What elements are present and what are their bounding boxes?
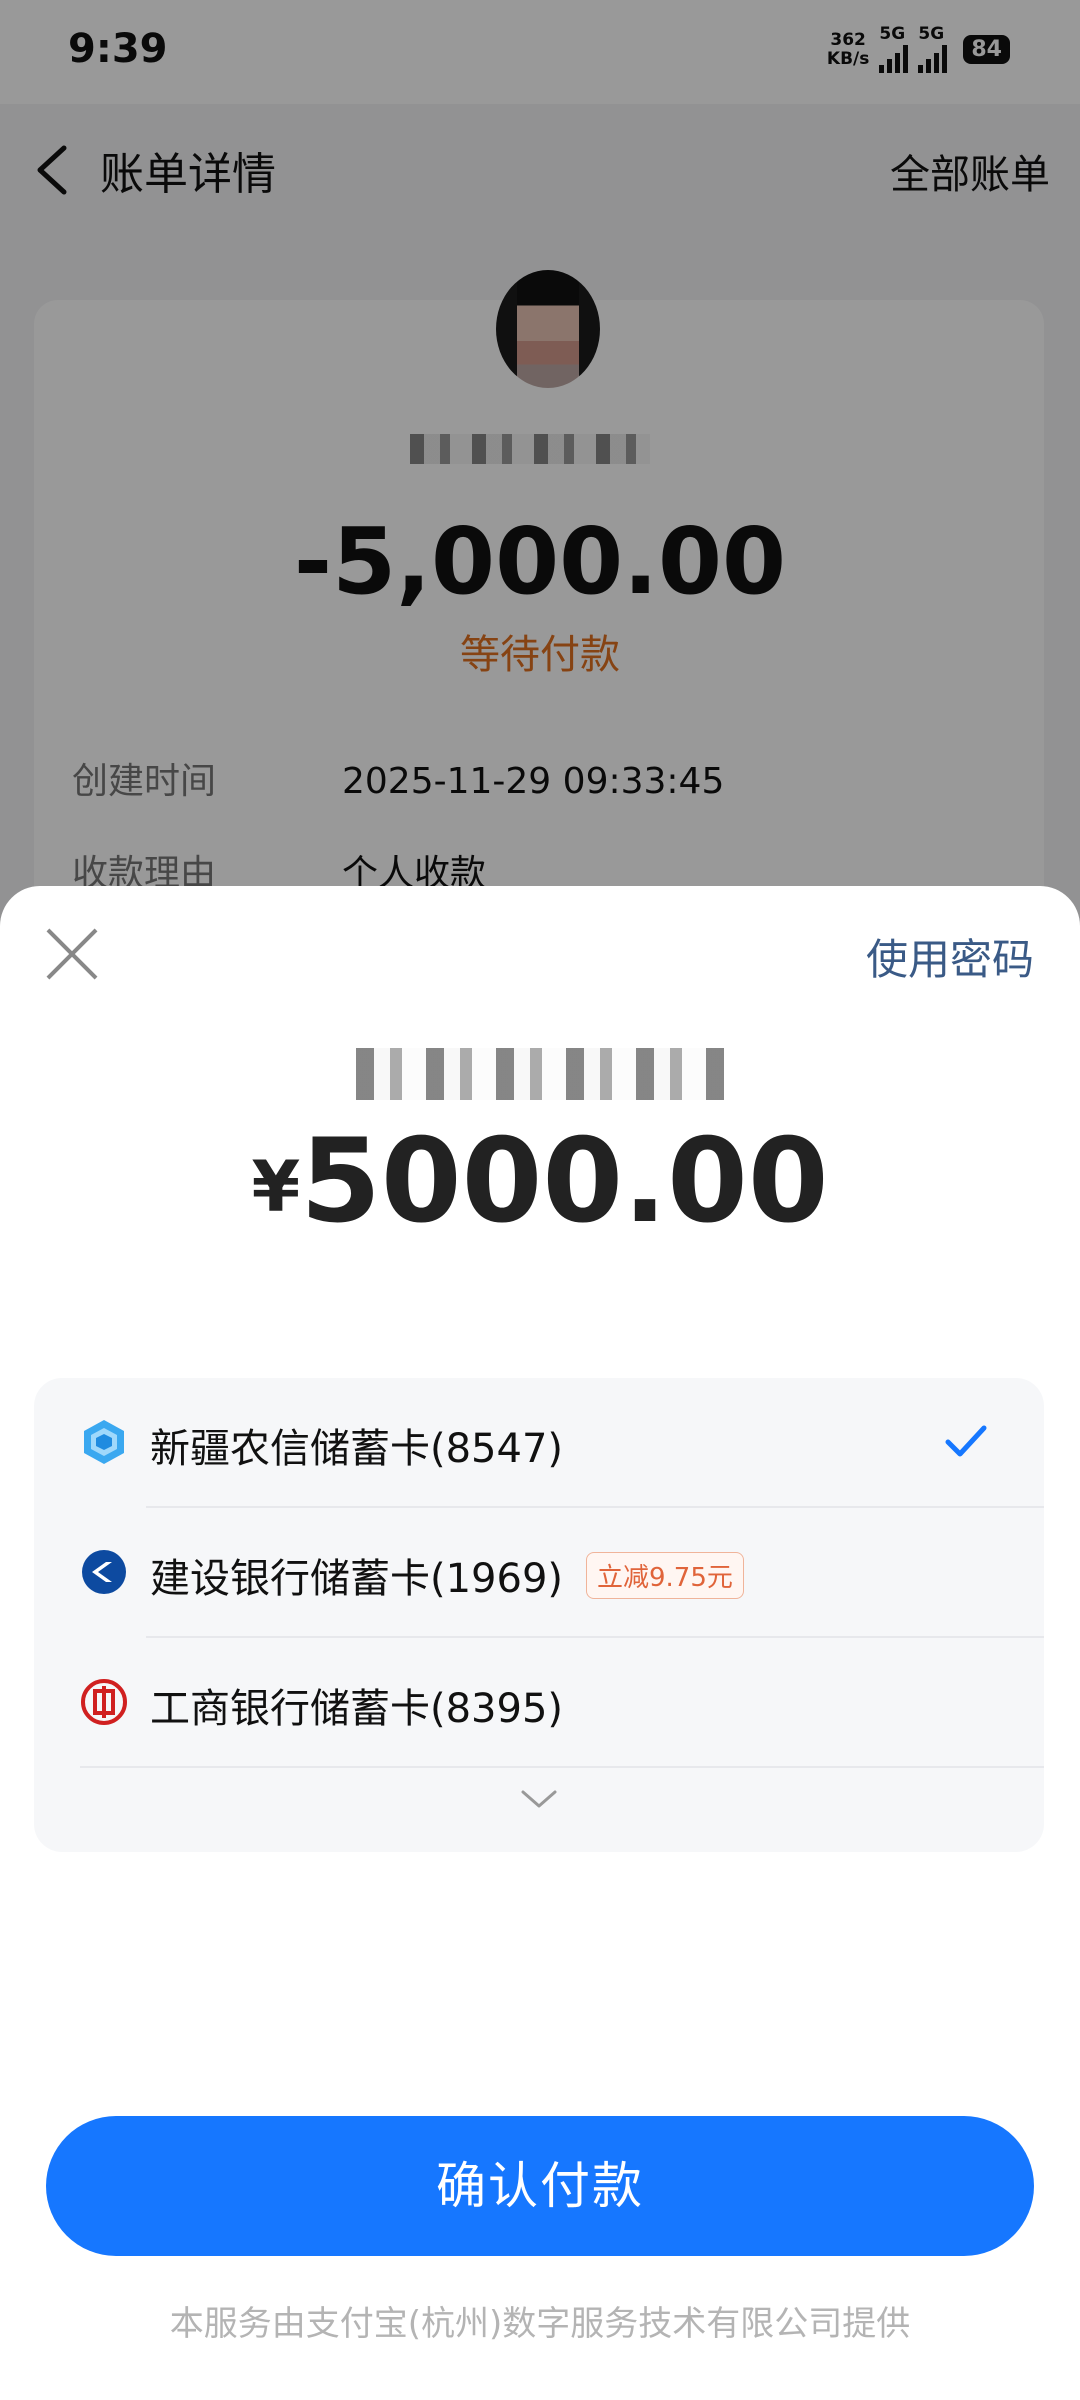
use-password-link[interactable]: 使用密码 — [866, 926, 1034, 987]
xinjiang-rcc-icon — [84, 1420, 124, 1464]
payment-sheet: 使用密码 ¥5000.00 新疆农信储蓄卡(8547) 建设银行储蓄卡(1969… — [0, 886, 1080, 2400]
currency-symbol: ¥ — [251, 1146, 301, 1228]
close-icon[interactable] — [44, 926, 100, 982]
payee-name-redacted — [356, 1048, 724, 1100]
discount-badge: 立减9.75元 — [586, 1552, 744, 1599]
payment-amount: ¥5000.00 — [0, 1114, 1080, 1249]
payment-method-item[interactable]: 新疆农信储蓄卡(8547) — [34, 1378, 1044, 1506]
service-provider-note: 本服务由支付宝(杭州)数字服务技术有限公司提供 — [169, 2304, 911, 2344]
divider — [80, 1766, 1044, 1768]
ccb-icon — [82, 1550, 126, 1594]
payment-method-label: 工商银行储蓄卡(8395) — [150, 1686, 564, 1732]
confirm-payment-button[interactable]: 确认付款 — [46, 2116, 1034, 2256]
chevron-down-icon[interactable] — [519, 1788, 559, 1812]
payment-method-item[interactable]: 工商银行储蓄卡(8395) — [34, 1638, 1044, 1766]
payment-method-label: 建设银行储蓄卡(1969) — [150, 1556, 564, 1602]
payment-method-label: 新疆农信储蓄卡(8547) — [150, 1426, 564, 1472]
amount-value: 5000.00 — [300, 1114, 829, 1249]
payment-method-item[interactable]: 建设银行储蓄卡(1969) 立减9.75元 — [34, 1508, 1044, 1636]
checkmark-icon — [945, 1425, 987, 1457]
payment-method-list: 新疆农信储蓄卡(8547) 建设银行储蓄卡(1969) 立减9.75元 工商银行… — [34, 1378, 1044, 1852]
icbc-icon — [81, 1679, 127, 1725]
